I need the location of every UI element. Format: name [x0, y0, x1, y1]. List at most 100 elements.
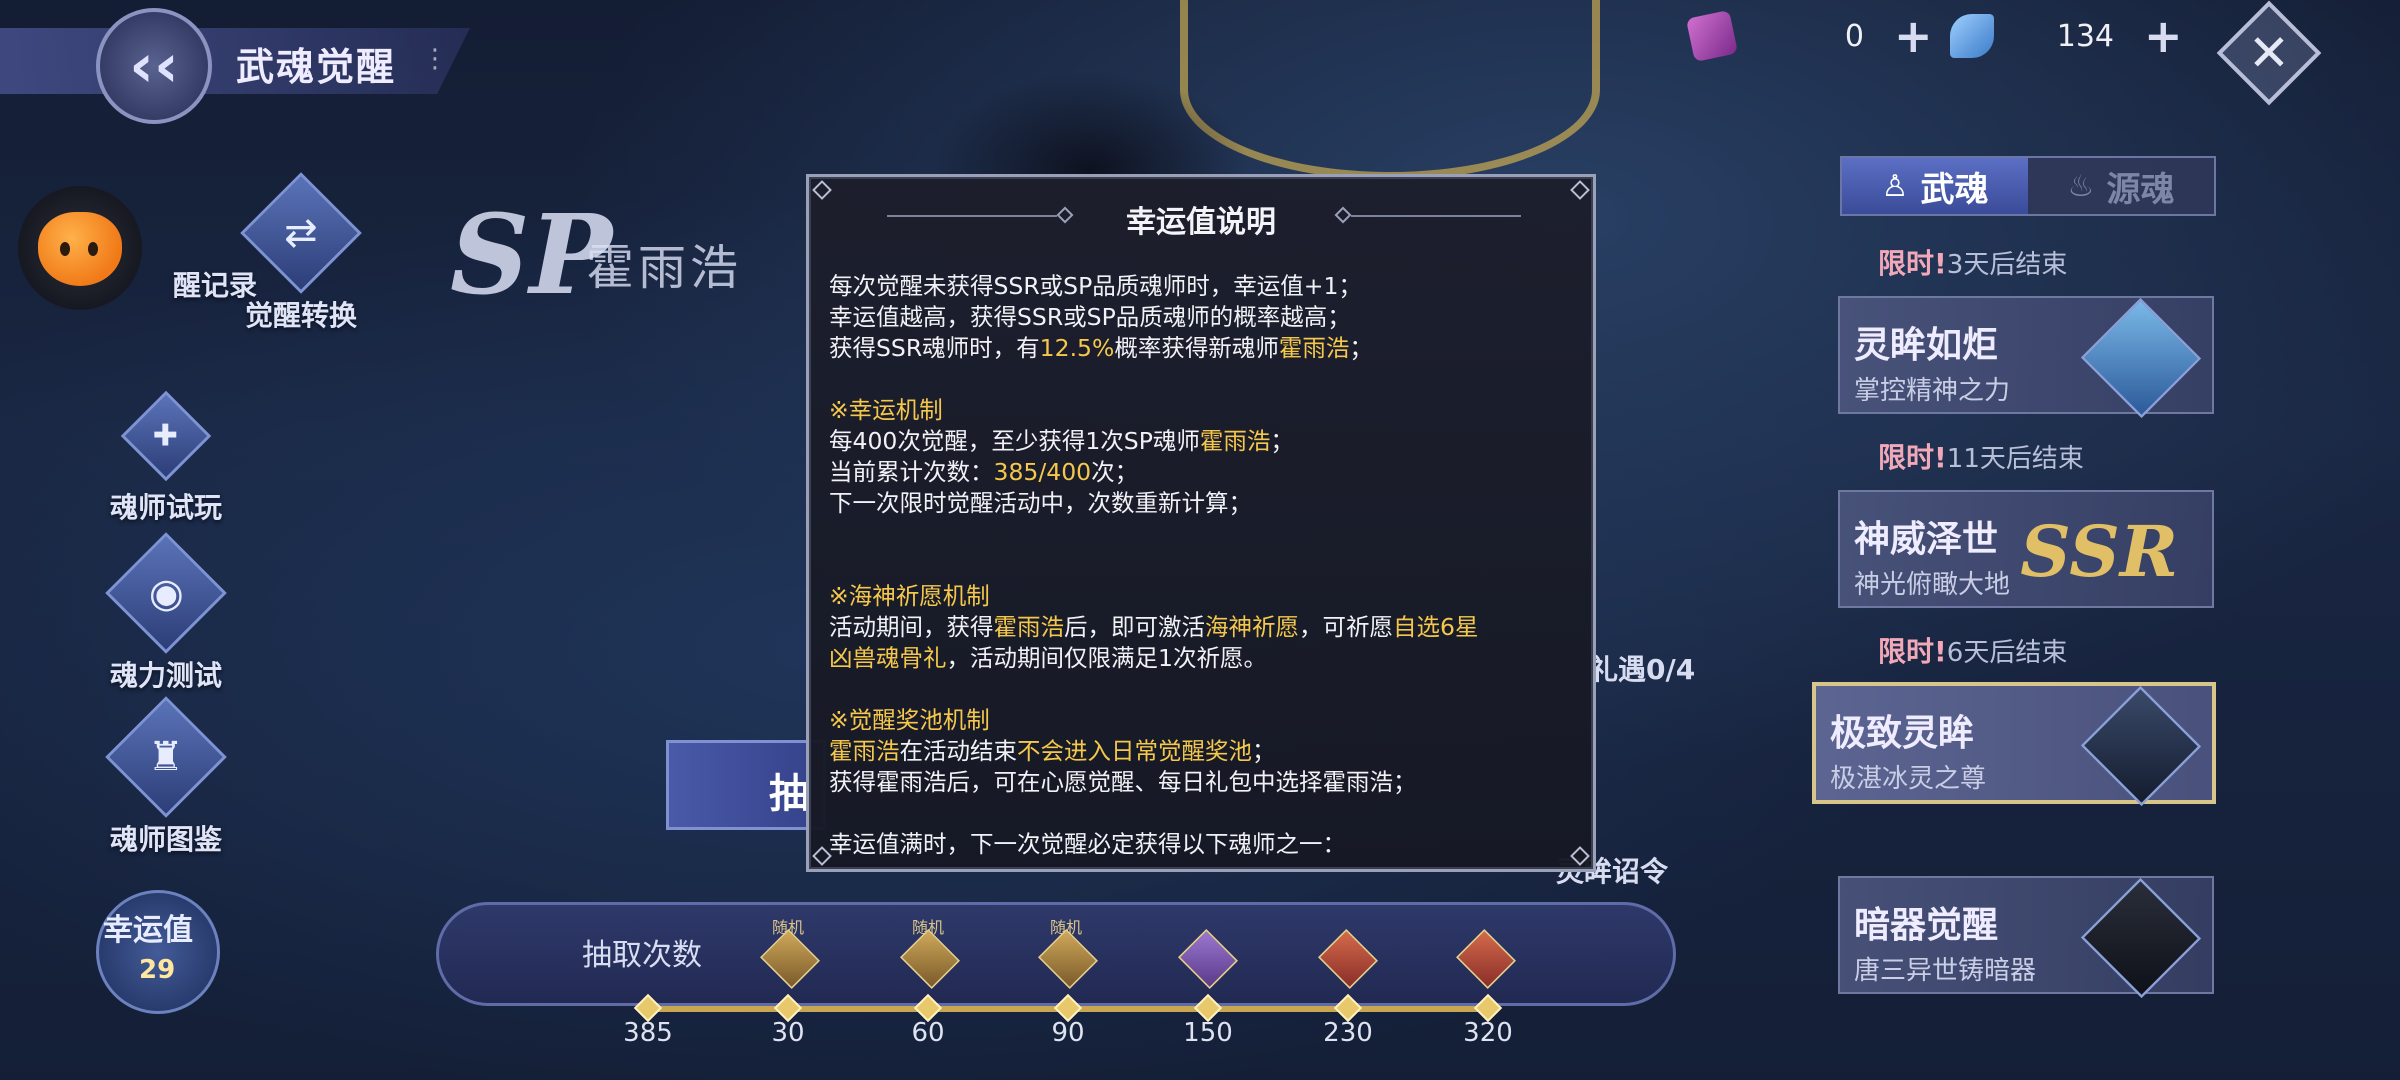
banner-anqi-juexing[interactable]: 暗器觉醒 唐三异世铸暗器 — [1838, 876, 2214, 999]
gallery-button[interactable]: ♜ 魂师图鉴 — [86, 696, 246, 858]
highlight-text: 不会进入日常觉醒奖池 — [1017, 737, 1252, 765]
ssr-badge: SSR — [2020, 510, 2178, 593]
section-heading: ※幸运机制 — [829, 396, 943, 424]
power-test-button[interactable]: ◉ 魂力测试 — [86, 532, 246, 694]
chest-icon — [1178, 929, 1238, 989]
luck-info-modal[interactable]: 幸运值说明 每次觉醒未获得SSR或SP品质魂师时，幸运值+1； 幸运值越高，获得… — [806, 174, 1596, 872]
top-bar: ‹‹ 武魂觉醒 ⋮ 0 + 134 + ✕ — [0, 0, 2400, 124]
tab-yuanhun[interactable]: ♨ 源魂 — [2028, 158, 2214, 214]
luck-value: 29 — [139, 955, 176, 985]
milestone-label: 90 — [1051, 1018, 1085, 1048]
chest-icon — [1456, 929, 1516, 989]
back-arrow-icon: ‹‹ — [129, 31, 179, 101]
progress-label: 抽取次数 — [582, 938, 702, 973]
highlight-text: 霍雨浩 — [993, 613, 1065, 641]
text-span: 在活动结束 — [899, 737, 1018, 765]
modal-title: 幸运值说明 — [1126, 205, 1276, 240]
banner-title: 极致灵眸 — [1830, 712, 1975, 754]
banner-jizhi-lingmou[interactable]: 极致灵眸 极湛冰灵之尊 — [1812, 682, 2216, 807]
chest-icon — [1318, 929, 1378, 989]
text-span: 活动期间，获得 — [829, 613, 994, 641]
text-span: ； — [1252, 737, 1276, 765]
banner-subtitle: 极湛冰灵之尊 — [1830, 764, 1987, 794]
reward-chest-150[interactable] — [1176, 928, 1240, 989]
soul-icon: ♙ — [1881, 168, 1909, 204]
close-button[interactable]: ✕ — [2216, 0, 2322, 106]
info-line: 获得霍雨浩后，可在心愿觉醒、每日礼包中选择霍雨浩； — [829, 768, 1417, 796]
info-line: 幸运值越高，获得SSR或SP品质魂师的概率越高； — [829, 303, 1351, 331]
convert-button[interactable]: ⇄ 觉醒转换 — [236, 172, 366, 334]
text-span: ，可祈愿 — [1299, 613, 1393, 641]
text-span: 当前累计次数： — [829, 458, 994, 486]
draw-button[interactable]: 抽 — [666, 740, 826, 830]
limit-timer-3: 限时!6天后结束 — [1878, 630, 2067, 670]
page-title: 武魂觉醒 — [236, 45, 397, 89]
info-line: 每次觉醒未获得SSR或SP品质魂师时，幸运值+1； — [829, 272, 1362, 300]
chest-icon — [760, 929, 820, 989]
section-heading: ※觉醒奖池机制 — [829, 706, 990, 734]
pet-assistant[interactable] — [18, 186, 142, 310]
add-diamond-button[interactable]: + — [2144, 9, 2183, 63]
reward-chest-60[interactable]: 随机 — [898, 918, 962, 989]
trial-button[interactable]: ✚ 魂师试玩 — [96, 390, 236, 526]
diamond-icon — [1950, 14, 1994, 58]
highlight-text: 霍雨浩 — [829, 737, 900, 765]
milestone-label: 320 — [1463, 1018, 1513, 1048]
banner-lingmou-ruju[interactable]: 灵眸如炬 掌控精神之力 — [1838, 296, 2214, 419]
character-portrait — [2080, 685, 2202, 807]
text-span: ，活动期间仅限满足1次祈愿。 — [946, 644, 1267, 672]
text-span: 每400次觉醒，至少获得1次SP魂师 — [829, 427, 1200, 455]
add-ticket-button[interactable]: + — [1894, 9, 1933, 63]
ticket-count: 0 — [1844, 18, 1864, 54]
diamond-count: 134 — [2056, 18, 2114, 54]
back-button[interactable]: ‹‹ — [96, 8, 212, 124]
modal-content[interactable]: 每次觉醒未获得SSR或SP品质魂师时，幸运值+1； 幸运值越高，获得SSR或SP… — [829, 271, 1581, 861]
luck-meter[interactable]: 幸运值 29 — [96, 890, 220, 1014]
pet-eye — [88, 242, 98, 256]
reward-chest-90[interactable]: 随机 — [1036, 918, 1100, 989]
helmet-icon: ♜ — [105, 696, 227, 818]
limit-text: 11天后结束 — [1946, 444, 2084, 474]
reward-chest-230[interactable] — [1316, 928, 1380, 989]
reward-chest-320[interactable] — [1454, 928, 1518, 989]
highlight-text: 海神祈愿 — [1205, 613, 1299, 641]
gift-counter[interactable]: 礼遇0/4 — [1590, 648, 1695, 688]
currency-ticket: 0 + — [1685, 9, 1933, 63]
banner-shenwei-zeshi[interactable]: 神威泽世 神光俯瞰大地 SSR — [1838, 490, 2214, 608]
progress-current: 385 — [623, 1018, 673, 1048]
info-line: 每400次觉醒，至少获得1次SP魂师霍雨浩； — [829, 426, 1581, 457]
text-span: ； — [1270, 427, 1294, 455]
soul-tabs: ♙ 武魂 ♨ 源魂 — [1840, 156, 2216, 216]
info-line: 当前累计次数：385/400次； — [829, 457, 1581, 488]
banner-subtitle: 神光俯瞰大地 — [1854, 570, 2011, 600]
milestone-label: 60 — [911, 1018, 945, 1048]
banner-subtitle: 掌控精神之力 — [1854, 376, 2011, 406]
highlight-text: 霍雨浩 — [1199, 427, 1271, 455]
text-span: ； — [1349, 334, 1373, 362]
limit-timer-2: 限时!11天后结束 — [1878, 436, 2084, 476]
info-line: 霍雨浩在活动结束不会进入日常觉醒奖池； — [829, 736, 1581, 767]
limit-text: 6天后结束 — [1946, 638, 2068, 668]
currency-diamond: 134 + — [1950, 9, 2183, 63]
flame-icon: ♨ — [2067, 168, 2095, 204]
limit-prefix: 限时! — [1878, 635, 1947, 668]
info-line: 凶兽魂骨礼，活动期间仅限满足1次祈愿。 — [829, 643, 1581, 674]
text-span: 概率获得新魂师 — [1114, 334, 1279, 362]
milestone-label: 150 — [1183, 1018, 1233, 1048]
highlight-text: 12.5% — [1039, 334, 1115, 362]
limit-prefix: 限时! — [1878, 441, 1947, 474]
reward-chest-30[interactable]: 随机 — [758, 918, 822, 989]
info-line: 活动期间，获得霍雨浩后，即可激活海神祈愿，可祈愿自选6星 — [829, 612, 1581, 643]
banner-subtitle: 唐三异世铸暗器 — [1854, 956, 2037, 986]
tab-yuanhun-label: 源魂 — [2106, 169, 2175, 210]
chest-icon — [1038, 929, 1098, 989]
convert-icon: ⇄ — [240, 172, 362, 294]
convert-label: 觉醒转换 — [244, 299, 357, 332]
tab-wuhun-label: 武魂 — [1920, 169, 1989, 210]
tab-wuhun[interactable]: ♙ 武魂 — [1842, 158, 2028, 214]
text-span: 后，即可激活 — [1064, 613, 1205, 641]
ticket-icon — [1685, 9, 1739, 63]
character-portrait — [2080, 877, 2202, 999]
more-vertical-icon[interactable]: ⋮ — [422, 44, 448, 74]
banner-title: 神威泽世 — [1854, 518, 1999, 560]
